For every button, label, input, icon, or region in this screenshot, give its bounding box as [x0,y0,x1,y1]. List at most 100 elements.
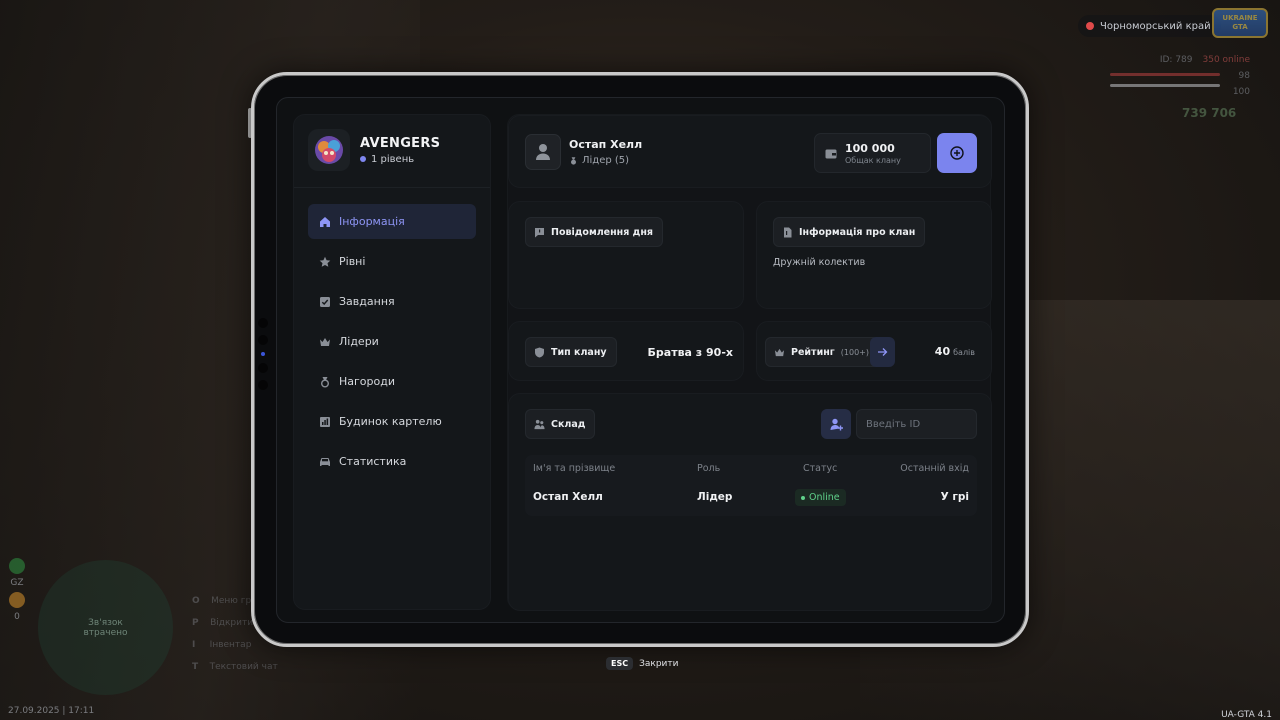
clan-level-label: 1 рівень [371,153,415,165]
points-unit: балів [953,348,975,357]
version-label: UA-GTA 4.1 [1221,710,1272,720]
avatar [525,134,561,170]
user-role-label: Лідер (5) [582,155,630,166]
health-bar [1110,73,1220,76]
member-last-login: У грі [940,491,969,503]
rating-arrow-button[interactable] [870,337,895,367]
wallet-icon [825,149,837,158]
chip-label: Склад [551,418,586,430]
sidebar-item-label: Завдання [339,295,395,308]
add-user-icon [830,418,843,430]
id-input[interactable] [856,409,977,439]
car-icon [320,457,330,466]
bank-label: Общак клану [845,155,901,165]
hud-stats: ID: 789 350 online 98 100 [1110,55,1250,97]
esc-key: ESC [606,657,634,670]
tablet-camera-dots [258,318,268,390]
camera-dot [258,318,268,328]
users-icon [534,419,545,429]
points-value: 40 [934,345,951,358]
sidebar-item-rewards[interactable]: Нагороди [308,364,476,399]
clan-info-text: Дружній колектив [773,257,866,268]
hud-zone: GZ 0 [8,558,26,622]
clan-level: 1 рівень [360,154,440,165]
message-of-day-card: Повідомлення дня [508,201,744,309]
arrow-right-icon [878,348,888,356]
sidebar-item-label: Лідери [339,335,379,348]
document-icon [784,227,792,237]
plus-circle-icon [950,146,964,160]
clan-type-value: Братва з 90-х [647,346,733,359]
checkbox-icon [320,296,330,307]
members-table: Ім'я та прізвище Роль Статус Останній вх… [525,455,977,516]
sidebar: AVENGERS 1 рівень Інформація Рівні Завда… [293,114,491,610]
crown-icon [320,337,330,346]
user-role: Лідер (5) [569,155,629,166]
location-icon [1086,22,1094,30]
camera-dot [258,380,268,390]
clan-type-card: Тип клану Братва з 90-х [508,321,744,381]
sidebar-item-levels[interactable]: Рівні [308,244,476,279]
crown-icon [774,348,785,356]
table-row[interactable]: Остап Хелл Лідер Online У грі [525,455,977,506]
tablet-frame: AVENGERS 1 рівень Інформація Рівні Завда… [251,72,1029,647]
main-panel: Остап Хелл Лідер (5) 100 000 Общак клану [507,114,992,611]
zone-count: 0 [14,612,20,622]
close-label: Закрити [639,658,679,669]
star-icon [319,256,331,267]
chip-label: Повідомлення дня [551,226,653,238]
health-value: 98 [1238,71,1250,81]
member-role: Лідер [697,491,733,503]
status-label: Online [809,492,840,503]
message-of-day-title: Повідомлення дня [525,217,663,247]
gz-label: GZ [10,578,24,588]
camera-dot [258,363,268,373]
rating-card: Рейтинг (100+) 40 балів [756,321,992,381]
medal-icon [321,376,329,387]
online-dot-icon [801,495,805,500]
close-hint[interactable]: ESC Закрити [606,657,678,670]
building-icon [320,416,330,427]
sidebar-item-label: Будинок картелю [339,415,442,428]
deposit-button[interactable] [937,133,977,173]
armor-value: 100 [1232,87,1250,97]
hud-region: Чорноморський край [1078,15,1221,37]
camera-led [261,352,265,356]
sidebar-item-statistics[interactable]: Статистика [308,444,476,479]
sidebar-item-label: Рівні [339,255,366,268]
sidebar-divider [294,187,490,188]
warehouse-card: Склад Ім'я та прізвище Роль Статус Остан… [508,393,992,611]
sidebar-item-label: Інформація [339,215,405,228]
sidebar-item-leaders[interactable]: Лідери [308,324,476,359]
armor-bar [1110,84,1220,87]
clan-logo-icon [308,129,350,171]
status-badge: Online [795,489,846,506]
game-logo: UKRAINE GTA [1212,8,1268,38]
camera-dot [258,335,268,345]
clan-header: AVENGERS 1 рівень [308,129,440,171]
clan-info-title: Інформація про клан [773,217,926,247]
user-icon [536,144,550,160]
bank-value: 100 000 [845,141,895,155]
add-member-button[interactable] [821,409,851,439]
zone-green-icon [9,558,25,574]
sidebar-item-info[interactable]: Інформація [308,204,476,239]
rating-sub: (100+) [840,347,869,357]
sidebar-nav: Інформація Рівні Завдання Лідери Нагород… [308,204,476,484]
hud-id: ID: 789 [1159,55,1193,65]
shield-icon [535,347,544,357]
hud-money: 739 706 [1182,106,1237,120]
user-name: Остап Хелл [569,138,643,151]
user-card: Остап Хелл Лідер (5) 100 000 Общак клану [508,115,992,188]
rating-label: Рейтинг (100+) [765,337,879,367]
sidebar-item-tasks[interactable]: Завдання [308,284,476,319]
zone-orange-icon [9,592,25,608]
minimap-text: Зв'язок втрачено [83,617,128,638]
clan-bank: 100 000 Общак клану [814,133,931,173]
member-name: Остап Хелл [533,491,603,503]
tablet-screen: AVENGERS 1 рівень Інформація Рівні Завда… [276,97,1005,623]
sidebar-item-cartel-house[interactable]: Будинок картелю [308,404,476,439]
message-icon [535,227,544,237]
minimap: Зв'язок втрачено [38,560,173,695]
warehouse-title: Склад [525,409,596,439]
